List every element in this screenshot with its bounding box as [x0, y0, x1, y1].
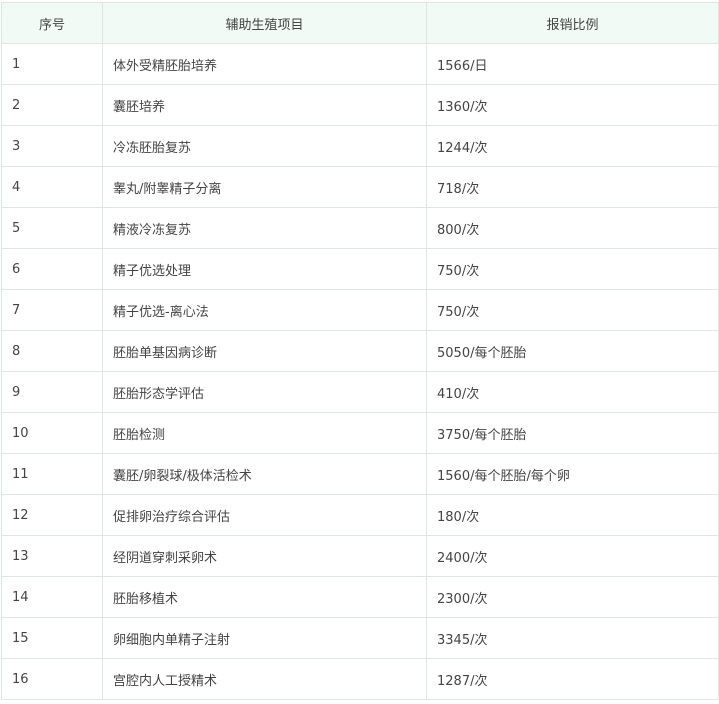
table-row: 7 精子优选-离心法 750/次 [1, 289, 719, 331]
cell-project: 囊胚培养 [102, 84, 427, 126]
cell-project: 胚胎检测 [102, 412, 427, 454]
cell-project: 精液冷冻复苏 [102, 207, 427, 249]
cell-project: 体外受精胚胎培养 [102, 43, 427, 85]
cell-rate: 3750/每个胚胎 [426, 412, 719, 454]
table-row: 3 冷冻胚胎复苏 1244/次 [1, 125, 719, 167]
cell-index: 10 [1, 412, 103, 454]
header-rate: 报销比例 [426, 2, 719, 44]
cell-rate: 5050/每个胚胎 [426, 330, 719, 372]
table-row: 10 胚胎检测 3750/每个胚胎 [1, 412, 719, 454]
table-row: 2 囊胚培养 1360/次 [1, 84, 719, 126]
cell-project: 促排卵治疗综合评估 [102, 494, 427, 536]
cell-project: 精子优选-离心法 [102, 289, 427, 331]
header-project: 辅助生殖项目 [102, 2, 427, 44]
cell-project: 冷冻胚胎复苏 [102, 125, 427, 167]
table-header: 序号 辅助生殖项目 报销比例 [1, 2, 719, 44]
cell-index: 5 [1, 207, 103, 249]
cell-index: 2 [1, 84, 103, 126]
table-row: 8 胚胎单基因病诊断 5050/每个胚胎 [1, 330, 719, 372]
cell-index: 7 [1, 289, 103, 331]
cell-project: 卵细胞内单精子注射 [102, 617, 427, 659]
cell-index: 8 [1, 330, 103, 372]
cell-rate: 180/次 [426, 494, 719, 536]
cell-rate: 410/次 [426, 371, 719, 413]
cell-project: 胚胎形态学评估 [102, 371, 427, 413]
cell-rate: 750/次 [426, 289, 719, 331]
cell-rate: 3345/次 [426, 617, 719, 659]
cell-project: 胚胎移植术 [102, 576, 427, 618]
cell-rate: 718/次 [426, 166, 719, 208]
reimbursement-table-container: 序号 辅助生殖项目 报销比例 1 体外受精胚胎培养 1566/日 2 囊胚培养 1360/… [0, 0, 719, 700]
cell-index: 16 [1, 658, 103, 700]
header-index: 序号 [1, 2, 103, 44]
cell-index: 12 [1, 494, 103, 536]
cell-index: 13 [1, 535, 103, 577]
table-row: 16 宫腔内人工授精术 1287/次 [1, 658, 719, 700]
cell-rate: 1566/日 [426, 43, 719, 85]
table-row: 14 胚胎移植术 2300/次 [1, 576, 719, 618]
cell-index: 14 [1, 576, 103, 618]
cell-rate: 750/次 [426, 248, 719, 290]
cell-project: 经阴道穿刺采卵术 [102, 535, 427, 577]
table-body: 1 体外受精胚胎培养 1566/日 2 囊胚培养 1360/次 3 冷冻胚胎复苏 1244/次 4… [1, 43, 719, 700]
cell-index: 15 [1, 617, 103, 659]
cell-rate: 1287/次 [426, 658, 719, 700]
cell-index: 11 [1, 453, 103, 495]
table-row: 1 体外受精胚胎培养 1566/日 [1, 43, 719, 85]
cell-rate: 1560/每个胚胎/每个卵 [426, 453, 719, 495]
cell-index: 9 [1, 371, 103, 413]
table-row: 4 睾丸/附睾精子分离 718/次 [1, 166, 719, 208]
table-row: 6 精子优选处理 750/次 [1, 248, 719, 290]
cell-project: 精子优选处理 [102, 248, 427, 290]
table-row: 13 经阴道穿刺采卵术 2400/次 [1, 535, 719, 577]
cell-index: 6 [1, 248, 103, 290]
cell-index: 3 [1, 125, 103, 167]
cell-rate: 800/次 [426, 207, 719, 249]
cell-index: 1 [1, 43, 103, 85]
cell-project: 胚胎单基因病诊断 [102, 330, 427, 372]
cell-project: 宫腔内人工授精术 [102, 658, 427, 700]
cell-rate: 1360/次 [426, 84, 719, 126]
table-header-row: 序号 辅助生殖项目 报销比例 [1, 2, 719, 44]
cell-index: 4 [1, 166, 103, 208]
table-row: 9 胚胎形态学评估 410/次 [1, 371, 719, 413]
cell-project: 囊胚/卵裂球/极体活检术 [102, 453, 427, 495]
cell-project: 睾丸/附睾精子分离 [102, 166, 427, 208]
table-row: 12 促排卵治疗综合评估 180/次 [1, 494, 719, 536]
table-row: 5 精液冷冻复苏 800/次 [1, 207, 719, 249]
cell-rate: 2300/次 [426, 576, 719, 618]
cell-rate: 1244/次 [426, 125, 719, 167]
table-row: 11 囊胚/卵裂球/极体活检术 1560/每个胚胎/每个卵 [1, 453, 719, 495]
table-row: 15 卵细胞内单精子注射 3345/次 [1, 617, 719, 659]
cell-rate: 2400/次 [426, 535, 719, 577]
reimbursement-table: 序号 辅助生殖项目 报销比例 1 体外受精胚胎培养 1566/日 2 囊胚培养 1360/… [1, 2, 719, 700]
